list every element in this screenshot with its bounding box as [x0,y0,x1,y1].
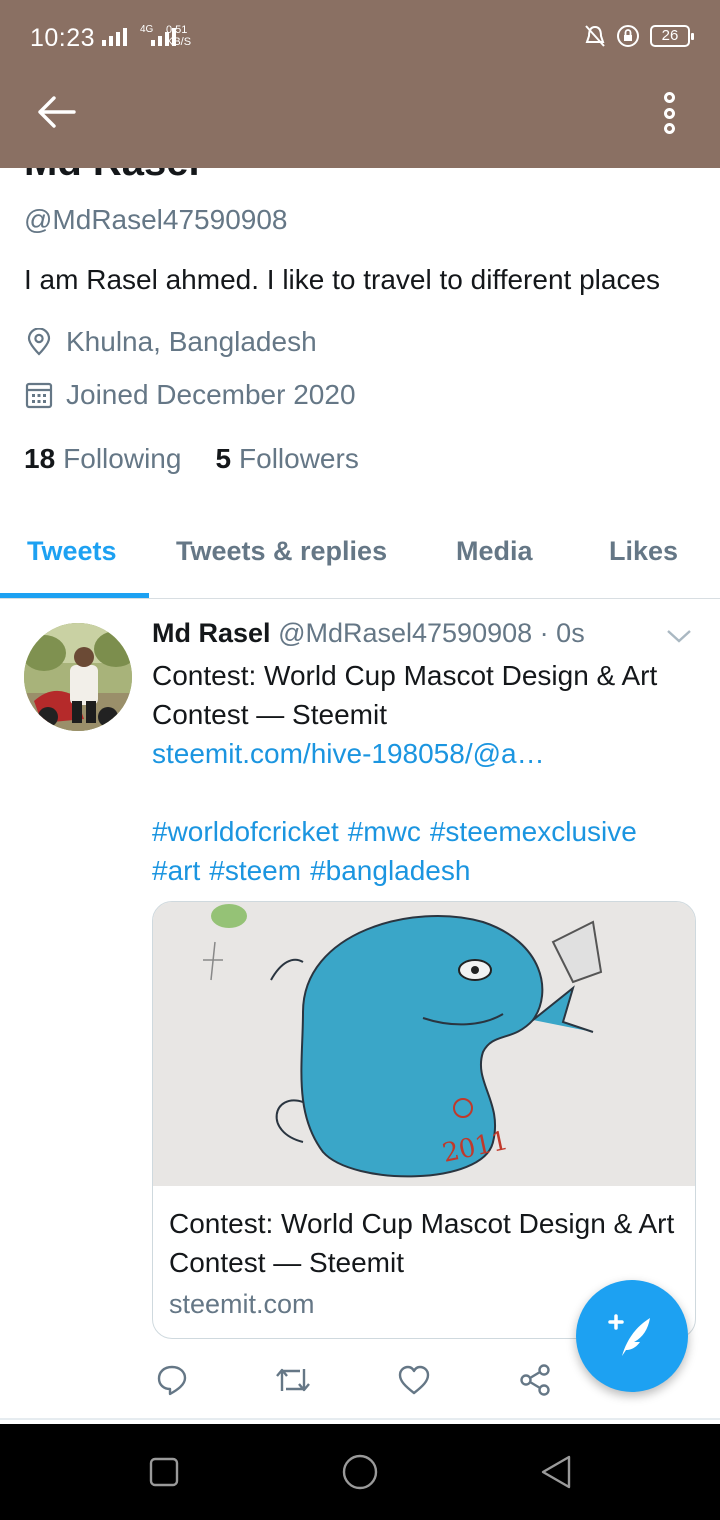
compose-tweet-button[interactable] [576,1280,688,1392]
active-tab-indicator [0,593,149,598]
following-count: 18 [24,443,56,474]
profile-handle: @MdRasel47590908 [24,204,288,235]
joined-text: Joined December 2020 [66,379,356,410]
tweet-author-name[interactable]: Md Rasel [152,618,271,648]
app-bar: 10:23 4G 0.51 KB/S 26 [0,0,720,168]
profile-joined: Joined December 2020 [24,379,356,411]
system-nav-bar [0,1424,720,1520]
speed-value: 0.51 [166,24,188,36]
tweet-text: Contest: World Cup Mascot Design & Art C… [152,660,658,730]
link-preview-card[interactable]: 2011 Contest: World Cup Mascot Design & … [152,901,696,1339]
reply-icon[interactable] [152,1360,192,1400]
followers-link[interactable]: 5 Followers [215,443,358,475]
network-type: 4G [140,24,154,35]
like-icon[interactable] [394,1360,434,1400]
back-button[interactable] [34,92,78,132]
followers-count: 5 [215,443,232,474]
tweet-author-handle: @MdRasel47590908 [278,618,533,648]
tweet-hashtags: #worldofcricket #mwc #steemexclusive #art #… [152,812,712,890]
speed-unit: KB/S [166,36,192,48]
tab-likes[interactable]: Likes [609,536,678,567]
location-pin-icon [24,327,54,357]
follow-stats: 18 Following 5 Followers [24,443,359,475]
tweet-divider [0,1418,720,1420]
lock-circle-icon [617,25,639,47]
profile-bio: I am Rasel ahmed. I like to travel to di… [24,264,661,295]
chevron-down-icon[interactable] [666,626,692,646]
status-bar: 10:23 4G 0.51 KB/S 26 [0,0,720,76]
hashtag[interactable]: #worldofcricket [152,816,339,847]
followers-label: Followers [239,443,359,474]
share-icon[interactable] [515,1360,555,1400]
tab-tweets[interactable]: Tweets [27,536,117,567]
tab-tweets-replies[interactable]: Tweets & replies [176,536,387,567]
profile-tabs: Tweets Tweets & replies Media Likes [0,512,720,599]
tab-media[interactable]: Media [456,536,533,567]
card-title: Contest: World Cup Mascot Design & Art C… [169,1208,675,1278]
arrow-left-icon [38,96,76,128]
tweet-time: 0s [556,618,585,648]
more-vertical-icon [663,92,675,103]
location-text: Khulna, Bangladesh [66,326,317,357]
hashtag[interactable]: #steemexclusive [430,816,637,847]
signal-icon [102,28,176,46]
compose-tweet-icon [608,1314,650,1356]
home-circle-icon[interactable] [340,1452,380,1492]
back-triangle-icon[interactable] [536,1452,576,1492]
following-link[interactable]: 18 Following [24,443,181,475]
status-time: 10:23 [30,24,96,52]
hashtag[interactable]: #steem [209,855,301,886]
card-image: 2011 [153,902,695,1186]
tweet-separator: · [539,618,549,648]
tweet-body: Contest: World Cup Mascot Design & Art C… [152,656,702,773]
recents-square-icon[interactable] [144,1452,184,1492]
battery-icon: 26 [650,25,694,47]
tweet-header: Md Rasel @MdRasel47590908 · 0s [152,618,585,649]
hashtag[interactable]: #mwc [348,816,421,847]
mute-notifications-icon [585,25,605,47]
hashtag[interactable]: #bangladesh [310,855,470,886]
calendar-icon [24,380,54,410]
status-right: 26 [584,24,694,48]
tweet-link[interactable]: steemit.com/hive-198058/@a… [152,734,702,773]
retweet-icon[interactable] [273,1360,313,1400]
profile-location: Khulna, Bangladesh [24,326,317,358]
avatar[interactable] [24,623,132,731]
hashtag[interactable]: #art [152,855,200,886]
network-speed: 0.51 KB/S [166,24,191,48]
more-options-button[interactable] [654,88,684,138]
following-label: Following [63,443,182,474]
